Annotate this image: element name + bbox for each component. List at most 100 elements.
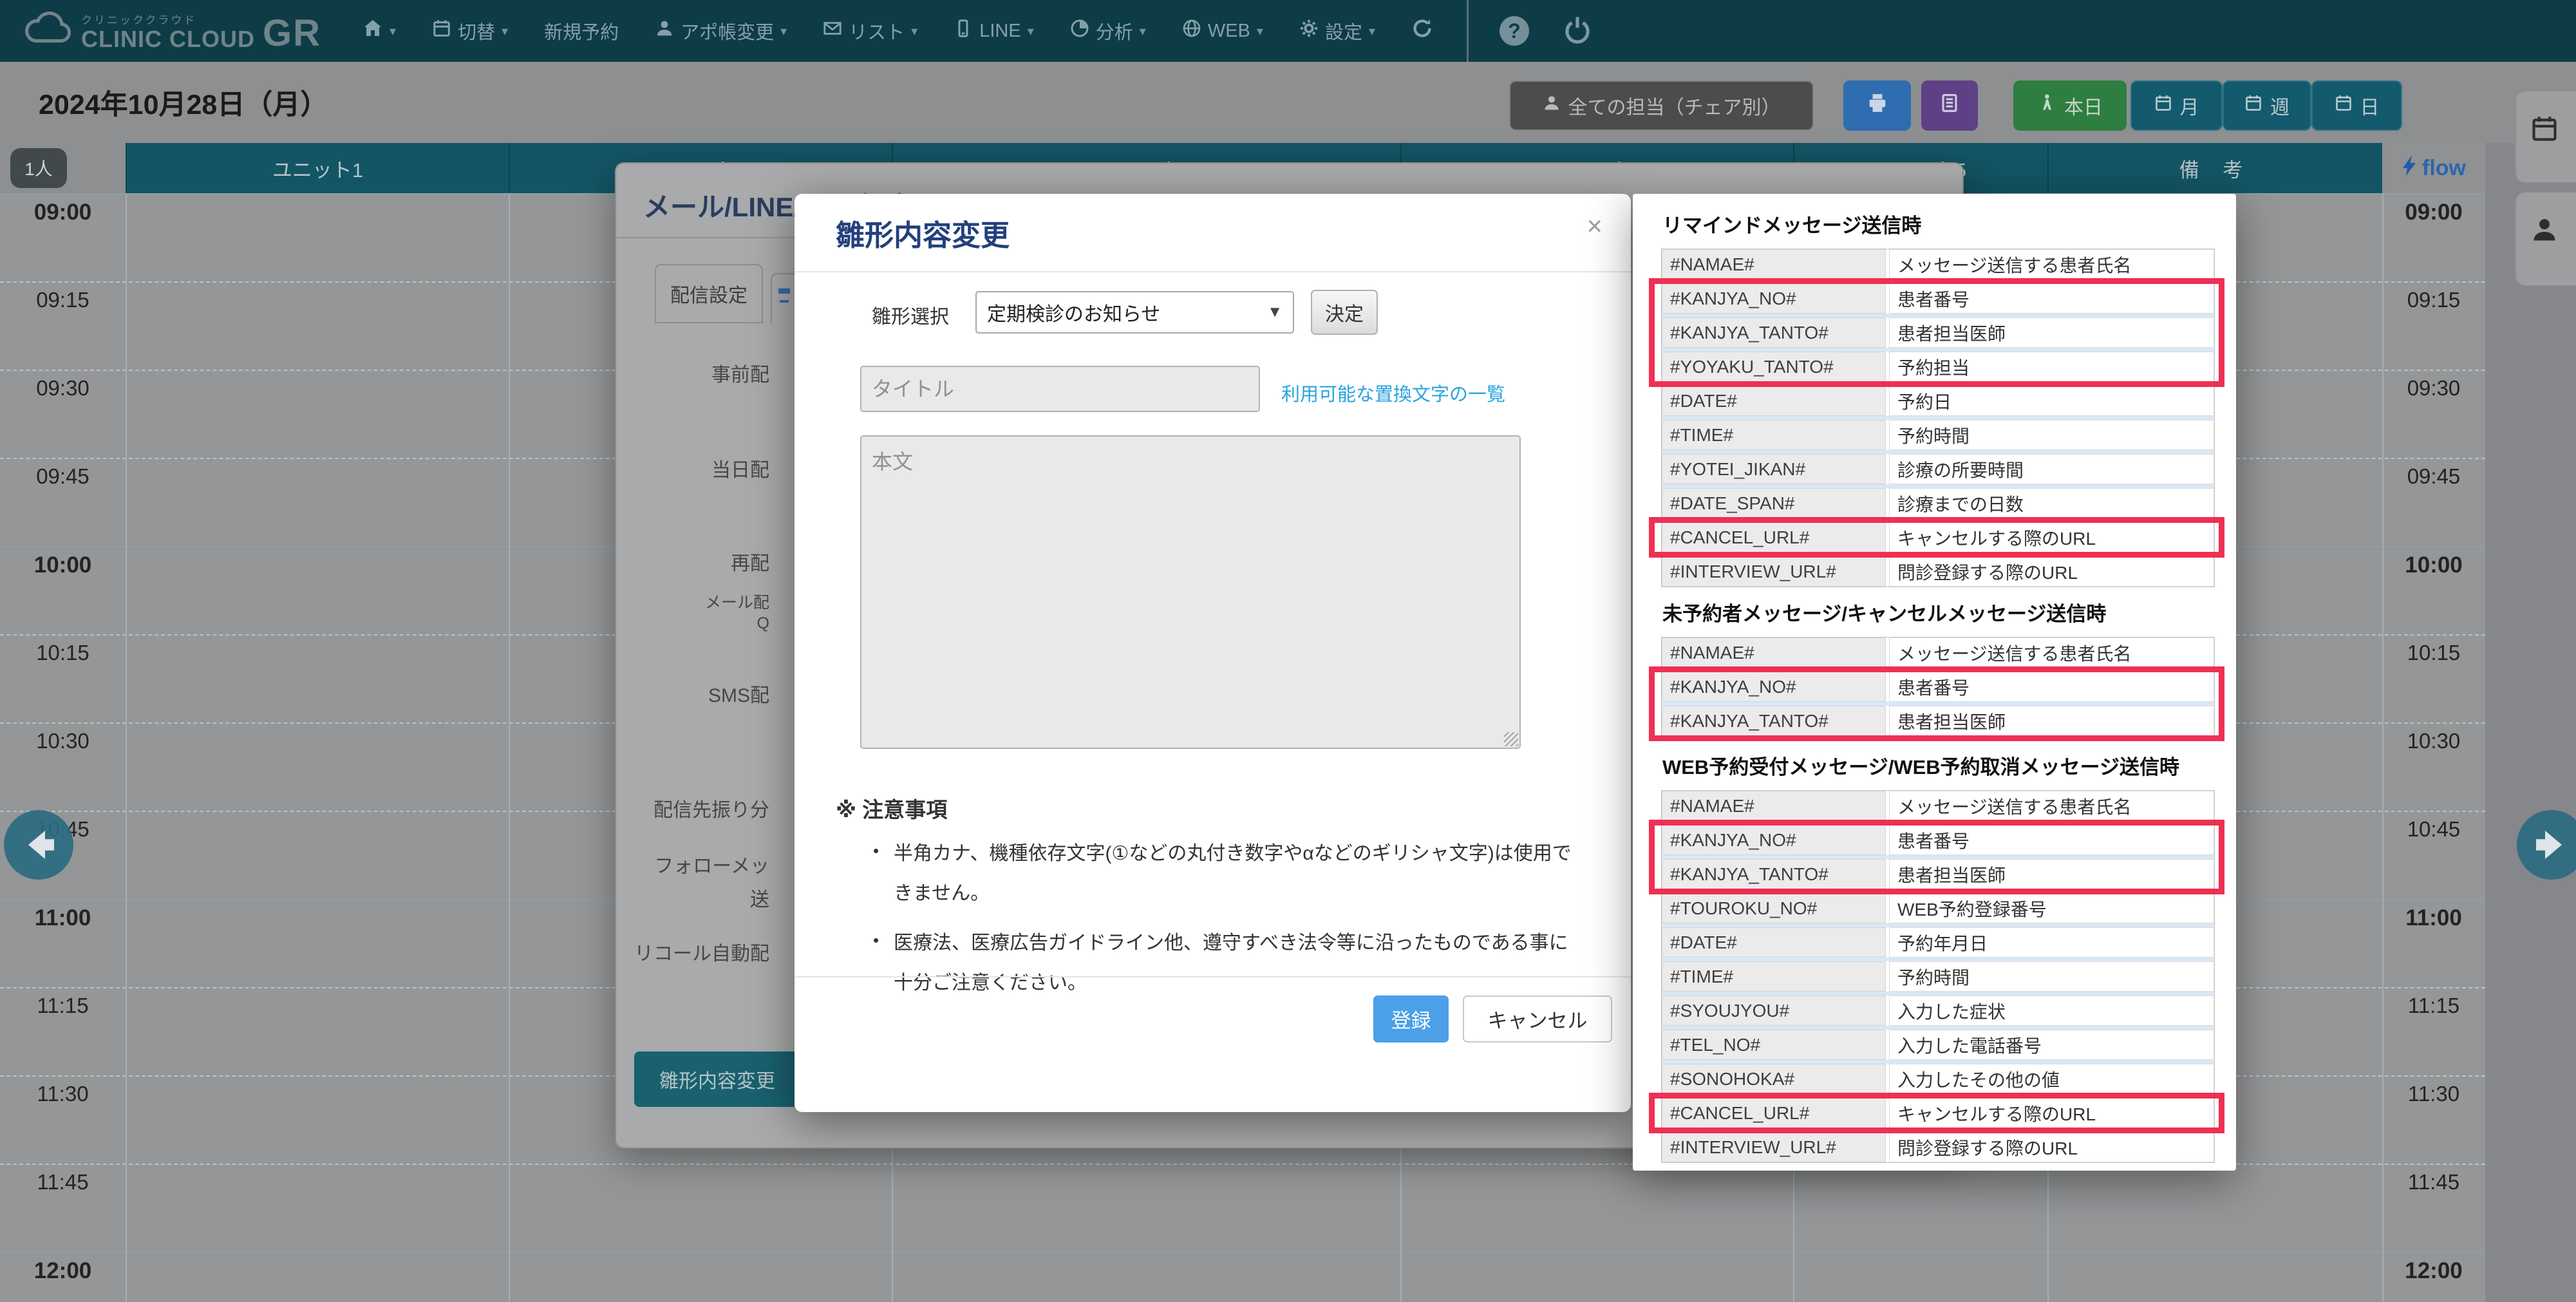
register-button[interactable]: 登録 (1373, 995, 1449, 1043)
staff-filter-button[interactable]: 全ての担当（チェア別） (1509, 80, 1814, 131)
title-input[interactable] (860, 366, 1260, 412)
template-edit-modal: 雛形内容変更 × 雛形選択 定期検診のお知らせ ▼ 決定 利用可能な置換文字の一… (794, 194, 1631, 1112)
placeholder-row: #DATE_SPAN#診療までの日数 (1662, 488, 2214, 522)
placeholder-description: 診療までの日数 (1889, 488, 2214, 518)
person-icon (655, 19, 674, 43)
placeholder-description: 患者番号 (1889, 825, 2214, 855)
menu-switch[interactable]: 切替 ▾ (432, 17, 508, 44)
chevron-down-icon: ▾ (780, 23, 787, 39)
settings-label: SMS配 (616, 679, 769, 708)
placeholder-row: #CANCEL_URL#キャンセルする際のURL (1662, 1098, 2214, 1132)
placeholder-code: #CANCEL_URL# (1662, 522, 1886, 552)
time-label: 10:45 (2382, 817, 2485, 842)
week-view-button[interactable]: 週 (2223, 80, 2311, 131)
placeholder-description: 問診登録する際のURL (1889, 556, 2214, 587)
chevron-down-icon: ▾ (1140, 23, 1146, 39)
menu-line-label: LINE (979, 21, 1020, 42)
top-navbar: クリニッククラウド CLINIC CLOUD GR ▾ 切替 ▾ 新規予約 アポ… (0, 0, 2576, 62)
menu-switch-label: 切替 (458, 17, 495, 44)
placeholder-code: #NAMAE# (1662, 249, 1886, 279)
calendar-row[interactable] (0, 1164, 2485, 1252)
placeholder-description: 予約年月日 (1889, 927, 2214, 958)
today-button[interactable]: 本日 (2013, 80, 2127, 131)
bullet-icon: • (873, 834, 879, 868)
menu-new-reservation[interactable]: 新規予約 (544, 17, 619, 44)
right-rail (2485, 143, 2576, 1302)
today-label: 本日 (2064, 91, 2103, 120)
calendar-icon (432, 19, 451, 43)
menu-analysis[interactable]: 分析 ▾ (1070, 17, 1146, 44)
body-textarea[interactable] (860, 435, 1521, 749)
placeholder-row: #KANJYA_NO#患者番号 (1662, 283, 2214, 317)
placeholder-row: #TEL_NO#入力した電話番号 (1662, 1030, 2214, 1064)
time-label: 11:30 (2382, 1082, 2485, 1106)
select-arrow-icon: ▼ (1267, 303, 1283, 321)
highlighted-row-group: #CANCEL_URL#キャンセルする際のURL (1662, 1098, 2214, 1132)
menu-settings[interactable]: 設定 ▾ (1299, 17, 1375, 44)
placeholder-code: #NAMAE# (1662, 637, 1886, 668)
flow-label: flow (2422, 156, 2466, 181)
placeholder-description: 入力した症状 (1889, 995, 2214, 1026)
menu-web[interactable]: WEB ▾ (1182, 19, 1263, 43)
time-label: 11:30 (0, 1082, 126, 1106)
time-label: 09:45 (2382, 464, 2485, 489)
column-header-flow[interactable]: flow (2382, 143, 2485, 193)
calendar-row[interactable] (0, 1252, 2485, 1302)
placeholder-section-heading: リマインドメッセージ送信時 (1662, 209, 2215, 238)
placeholder-description: メッセージ送信する患者氏名 (1889, 249, 2214, 279)
cancel-button[interactable]: キャンセル (1463, 995, 1612, 1043)
help-button[interactable]: ? (1500, 16, 1529, 46)
previous-day-button[interactable] (4, 810, 73, 880)
time-label: 09:15 (0, 288, 126, 312)
person-icon (2530, 216, 2559, 244)
tab-delivery-settings[interactable]: 配信設定 (655, 264, 763, 323)
placeholder-row: #YOYAKU_TANTO#予約担当 (1662, 352, 2214, 386)
template-select[interactable]: 定期検診のお知らせ ▼ (975, 291, 1294, 334)
rail-person-button[interactable] (2515, 191, 2576, 287)
menu-appointment-book[interactable]: アポ帳変更 ▾ (655, 17, 787, 44)
time-label: 10:15 (0, 641, 126, 665)
close-icon[interactable]: × (1586, 211, 1603, 241)
decide-button[interactable]: 決定 (1311, 290, 1378, 335)
menu-line[interactable]: LINE ▾ (954, 19, 1034, 43)
time-label: 09:15 (2382, 288, 2485, 312)
time-label: 11:15 (2382, 994, 2485, 1018)
menu-home[interactable]: ▾ (362, 18, 396, 44)
list-view-button[interactable] (1921, 80, 1978, 131)
staff-filter-label: 全ての担当（チェア別） (1568, 91, 1781, 120)
placeholder-description: 予約時間 (1889, 420, 2214, 450)
placeholder-reference-panel: リマインドメッセージ送信時#NAMAE#メッセージ送信する患者氏名#KANJYA… (1633, 194, 2236, 1171)
placeholder-row: #YOTEI_JIKAN#診療の所要時間 (1662, 454, 2214, 488)
brand-logo[interactable]: クリニッククラウド CLINIC CLOUD GR (23, 12, 321, 51)
time-label: 09:00 (2382, 200, 2485, 225)
highlighted-row-group: #CANCEL_URL#キャンセルする際のURL (1662, 522, 2214, 556)
month-view-button[interactable]: 月 (2130, 80, 2223, 131)
column-header-remarks: 備 考 (2047, 143, 2382, 193)
placeholder-row: #DATE#予約年月日 (1662, 927, 2214, 961)
placeholder-description: 予約時間 (1889, 961, 2214, 992)
chevron-down-icon: ▾ (502, 23, 508, 39)
menu-web-label: WEB (1208, 21, 1250, 42)
template-change-button[interactable]: 雛形内容変更 (634, 1052, 800, 1107)
refresh-button[interactable] (1411, 17, 1433, 44)
column-border (126, 193, 127, 1302)
placeholder-description: 患者担当医師 (1889, 859, 2214, 889)
settings-label: リコール自動配 (616, 938, 769, 966)
placeholder-code: #NAMAE# (1662, 791, 1886, 821)
placeholder-description: 予約日 (1889, 386, 2214, 416)
print-button[interactable] (1843, 80, 1911, 131)
menu-list[interactable]: リスト ▾ (823, 17, 917, 44)
placeholder-row: #TIME#予約時間 (1662, 420, 2214, 454)
tab-partial[interactable] (771, 273, 798, 323)
day-view-button[interactable]: 日 (2311, 80, 2402, 131)
logout-button[interactable] (1563, 15, 1592, 48)
clinic-cloud-app: クリニッククラウド CLINIC CLOUD GR ▾ 切替 ▾ 新規予約 アポ… (0, 0, 2576, 1302)
rail-calendar-button[interactable] (2515, 90, 2576, 184)
placeholder-code: #CANCEL_URL# (1662, 1098, 1886, 1128)
placeholder-table: #NAMAE#メッセージ送信する患者氏名#KANJYA_NO#患者番号#KANJ… (1661, 249, 2215, 587)
note-text: 医療法、医療広告ガイドライン他、遵守すべき法令等に沿ったものである事に十分ご注意… (894, 932, 1568, 994)
replacement-chars-link[interactable]: 利用可能な置換文字の一覧 (1281, 379, 1505, 406)
placeholder-row: #INTERVIEW_URL#問診登録する際のURL (1662, 556, 2214, 587)
week-label: 週 (2270, 91, 2289, 120)
placeholder-description: 患者担当医師 (1889, 706, 2214, 736)
